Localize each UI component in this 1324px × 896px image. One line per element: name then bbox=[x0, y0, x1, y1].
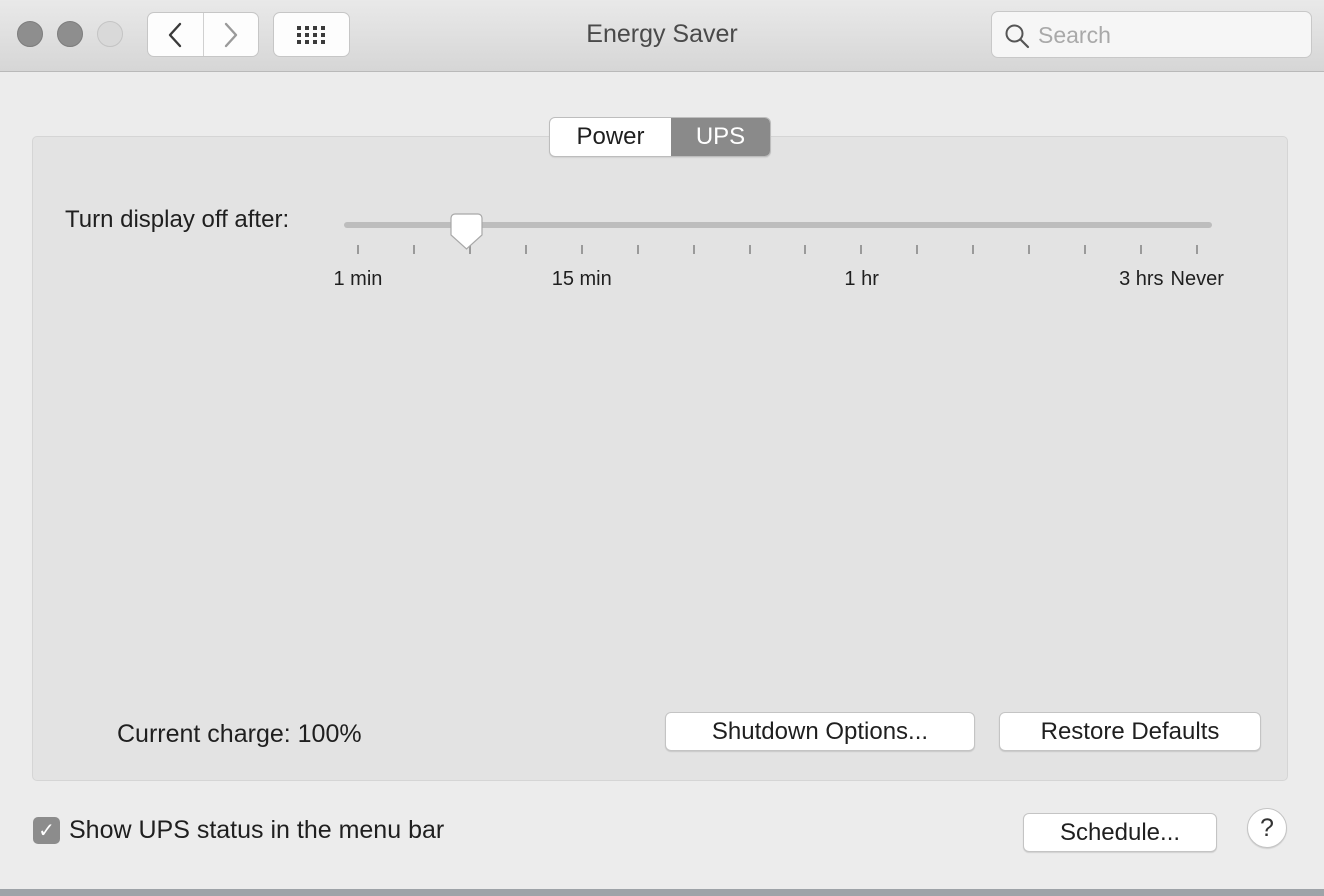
slider-tick-label: 1 hr bbox=[844, 268, 879, 290]
restore-defaults-button[interactable]: Restore Defaults bbox=[999, 712, 1261, 751]
search-field[interactable] bbox=[991, 11, 1312, 58]
search-input[interactable] bbox=[1038, 20, 1298, 50]
slider-tick-label: 15 min bbox=[551, 268, 612, 290]
tab-ups[interactable]: UPS bbox=[671, 118, 770, 156]
window-bottom-edge bbox=[0, 889, 1324, 896]
slider-tick-label: 3 hrs bbox=[1119, 268, 1164, 290]
slider-tick-label: 1 min bbox=[333, 268, 383, 290]
show-ups-status-label: Show UPS status in the menu bar bbox=[69, 816, 445, 844]
display-sleep-slider-thumb[interactable] bbox=[450, 213, 483, 251]
show-ups-status-checkbox[interactable]: ✓ bbox=[33, 817, 60, 844]
tab-power[interactable]: Power bbox=[550, 118, 671, 156]
slider-tick-label: Never bbox=[1170, 268, 1224, 290]
display-sleep-label: Turn display off after: bbox=[65, 206, 290, 233]
shutdown-options-button[interactable]: Shutdown Options... bbox=[665, 712, 975, 751]
title-bar: Energy Saver bbox=[0, 0, 1324, 72]
current-charge-text: Current charge: 100% bbox=[117, 720, 362, 748]
schedule-button[interactable]: Schedule... bbox=[1023, 813, 1217, 852]
tab-control: Power UPS bbox=[549, 117, 771, 157]
magnifier-icon bbox=[1005, 24, 1030, 49]
help-button[interactable]: ? bbox=[1247, 808, 1287, 848]
